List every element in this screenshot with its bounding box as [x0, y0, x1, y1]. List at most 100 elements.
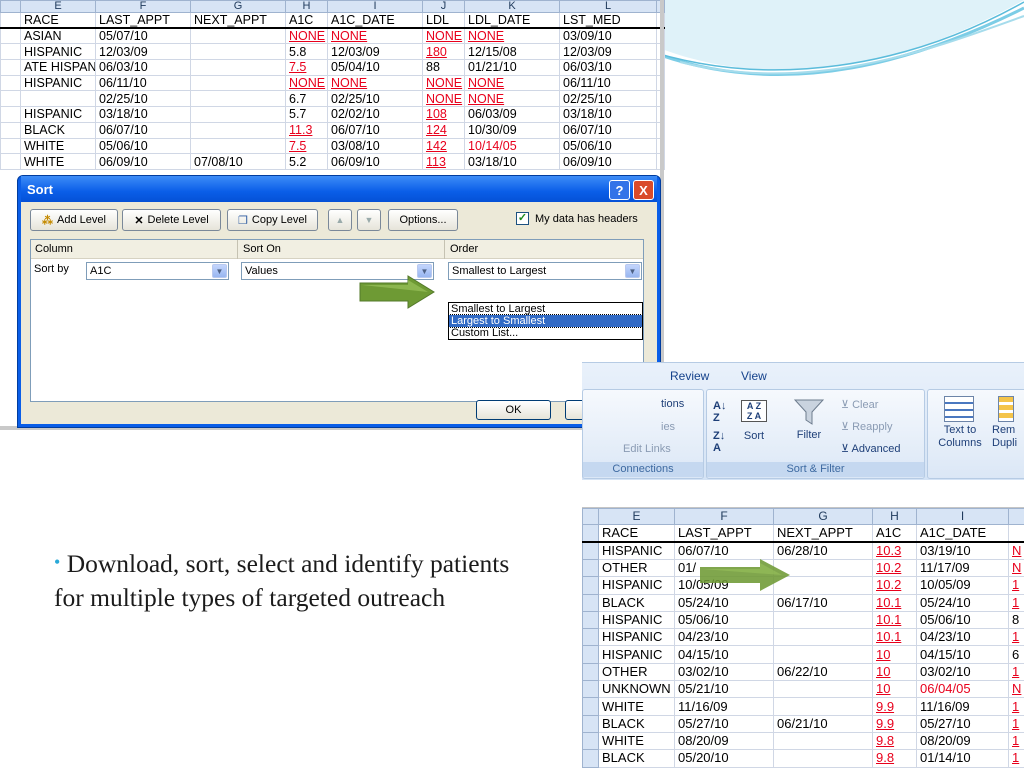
table-cell[interactable]: 10/30/09: [464, 121, 560, 139]
table-cell[interactable]: OTHER: [598, 662, 675, 682]
header-cell[interactable]: A1C: [285, 12, 328, 30]
table-cell[interactable]: 05/20/10: [674, 749, 774, 768]
table-cell[interactable]: 06/07/10: [559, 121, 657, 139]
table-cell[interactable]: 10.2: [872, 558, 917, 578]
table-cell[interactable]: UNKNOWN: [598, 680, 675, 699]
row-header[interactable]: [0, 153, 21, 170]
order-option[interactable]: Custom List...: [449, 327, 642, 339]
table-cell[interactable]: HISPANIC: [598, 628, 675, 647]
table-cell[interactable]: WHITE: [598, 731, 675, 751]
connections-item[interactable]: tions: [661, 398, 684, 410]
table-cell[interactable]: ATE HISPANIC: [20, 59, 96, 76]
table-cell[interactable]: 7.5: [285, 59, 328, 76]
table-cell[interactable]: [20, 90, 96, 108]
table-cell[interactable]: NONE: [285, 74, 328, 92]
table-cell[interactable]: 10.3: [872, 541, 917, 560]
my-data-has-headers-checkbox[interactable]: ✓ My data has headers: [516, 212, 638, 225]
table-cell[interactable]: ASIAN: [20, 27, 96, 45]
table-cell[interactable]: 9.8: [872, 731, 917, 751]
column-letter[interactable]: [1008, 508, 1024, 525]
row-header[interactable]: [582, 680, 599, 699]
row-header[interactable]: [582, 731, 599, 751]
table-cell[interactable]: NONE: [422, 27, 465, 45]
table-cell[interactable]: HISPANIC: [598, 645, 675, 664]
table-cell[interactable]: 05/21/10: [674, 680, 774, 699]
table-cell[interactable]: 05/27/10: [916, 714, 1009, 733]
table-cell[interactable]: 10/05/09: [916, 576, 1009, 595]
table-cell[interactable]: 5.7: [285, 106, 328, 123]
row-header[interactable]: [0, 137, 21, 155]
row-header[interactable]: [582, 576, 599, 595]
table-cell[interactable]: 06/17/10: [773, 593, 873, 612]
row-header[interactable]: [582, 524, 599, 543]
column-letter[interactable]: I: [327, 0, 423, 13]
table-cell[interactable]: BLACK: [20, 121, 96, 139]
row-header[interactable]: [582, 645, 599, 664]
table-cell[interactable]: 12/03/09: [559, 43, 657, 61]
table-cell[interactable]: 05/06/10: [95, 137, 191, 155]
table-cell[interactable]: HISPANIC: [598, 610, 675, 630]
row-header[interactable]: [582, 541, 599, 560]
column-letter[interactable]: F: [95, 0, 191, 13]
help-button[interactable]: ?: [609, 180, 630, 200]
edit-links-item[interactable]: Edit Links: [623, 443, 671, 455]
table-cell[interactable]: 06/09/10: [559, 153, 657, 170]
row-header[interactable]: [0, 12, 21, 30]
table-cell[interactable]: 124: [422, 121, 465, 139]
table-cell[interactable]: 8: [1008, 610, 1024, 630]
delete-level-button[interactable]: ✕ Delete Level: [122, 209, 221, 231]
table-cell[interactable]: 06/21/10: [773, 714, 873, 733]
add-level-button[interactable]: ⁂ Add Level: [30, 209, 118, 231]
column-select[interactable]: A1C ▼: [86, 262, 229, 280]
table-cell[interactable]: WHITE: [598, 697, 675, 716]
table-cell[interactable]: 1: [1008, 593, 1024, 612]
close-button[interactable]: X: [633, 180, 654, 200]
header-cell[interactable]: LDL_DATE: [464, 12, 560, 30]
table-cell[interactable]: [773, 731, 873, 751]
tab-review[interactable]: Review: [670, 369, 709, 383]
table-cell[interactable]: NONE: [422, 90, 465, 108]
table-cell[interactable]: [773, 749, 873, 768]
table-cell[interactable]: 06/09/10: [95, 153, 191, 170]
table-cell[interactable]: 03/19/10: [916, 541, 1009, 560]
header-cell[interactable]: RACE: [20, 12, 96, 30]
header-cell[interactable]: A1C_DATE: [327, 12, 423, 30]
table-cell[interactable]: [773, 610, 873, 630]
table-cell[interactable]: 10.1: [872, 593, 917, 612]
table-cell[interactable]: 10.1: [872, 610, 917, 630]
formula-bar[interactable]: [582, 480, 1024, 508]
table-cell[interactable]: [190, 137, 286, 155]
table-cell[interactable]: OTHER: [598, 558, 675, 578]
header-cell[interactable]: LST_MED: [559, 12, 657, 30]
row-header[interactable]: [0, 59, 21, 76]
row-header[interactable]: [582, 628, 599, 647]
table-cell[interactable]: 05/24/10: [674, 593, 774, 612]
table-cell[interactable]: 142: [422, 137, 465, 155]
table-cell[interactable]: 6: [1008, 645, 1024, 664]
table-cell[interactable]: 05/06/10: [916, 610, 1009, 630]
header-cell[interactable]: LAST_APPT: [95, 12, 191, 30]
table-cell[interactable]: 1: [1008, 714, 1024, 733]
row-header-corner[interactable]: [0, 0, 21, 13]
remove-duplicates-button[interactable]: Rem Dupli: [992, 396, 1024, 450]
sort-descending-icon[interactable]: Z↓ A: [713, 430, 725, 454]
table-cell[interactable]: [190, 27, 286, 45]
table-cell[interactable]: [190, 43, 286, 61]
table-cell[interactable]: NONE: [464, 74, 560, 92]
table-cell[interactable]: 10: [872, 645, 917, 664]
header-cell[interactable]: RACE: [598, 524, 675, 543]
table-cell[interactable]: HISPANIC: [20, 106, 96, 123]
table-cell[interactable]: 9.9: [872, 697, 917, 716]
row-header[interactable]: [582, 714, 599, 733]
row-header[interactable]: [0, 90, 21, 108]
table-cell[interactable]: 1: [1008, 628, 1024, 647]
table-cell[interactable]: 12/03/09: [327, 43, 423, 61]
row-header[interactable]: [582, 697, 599, 716]
table-cell[interactable]: 06/09/10: [327, 153, 423, 170]
row-header[interactable]: [0, 121, 21, 139]
table-cell[interactable]: HISPANIC: [598, 576, 675, 595]
header-cell[interactable]: NEXT_APPT: [190, 12, 286, 30]
table-cell[interactable]: 05/07/10: [95, 27, 191, 45]
header-cell[interactable]: A1C_DATE: [916, 524, 1009, 543]
table-cell[interactable]: 01/21/10: [464, 59, 560, 76]
